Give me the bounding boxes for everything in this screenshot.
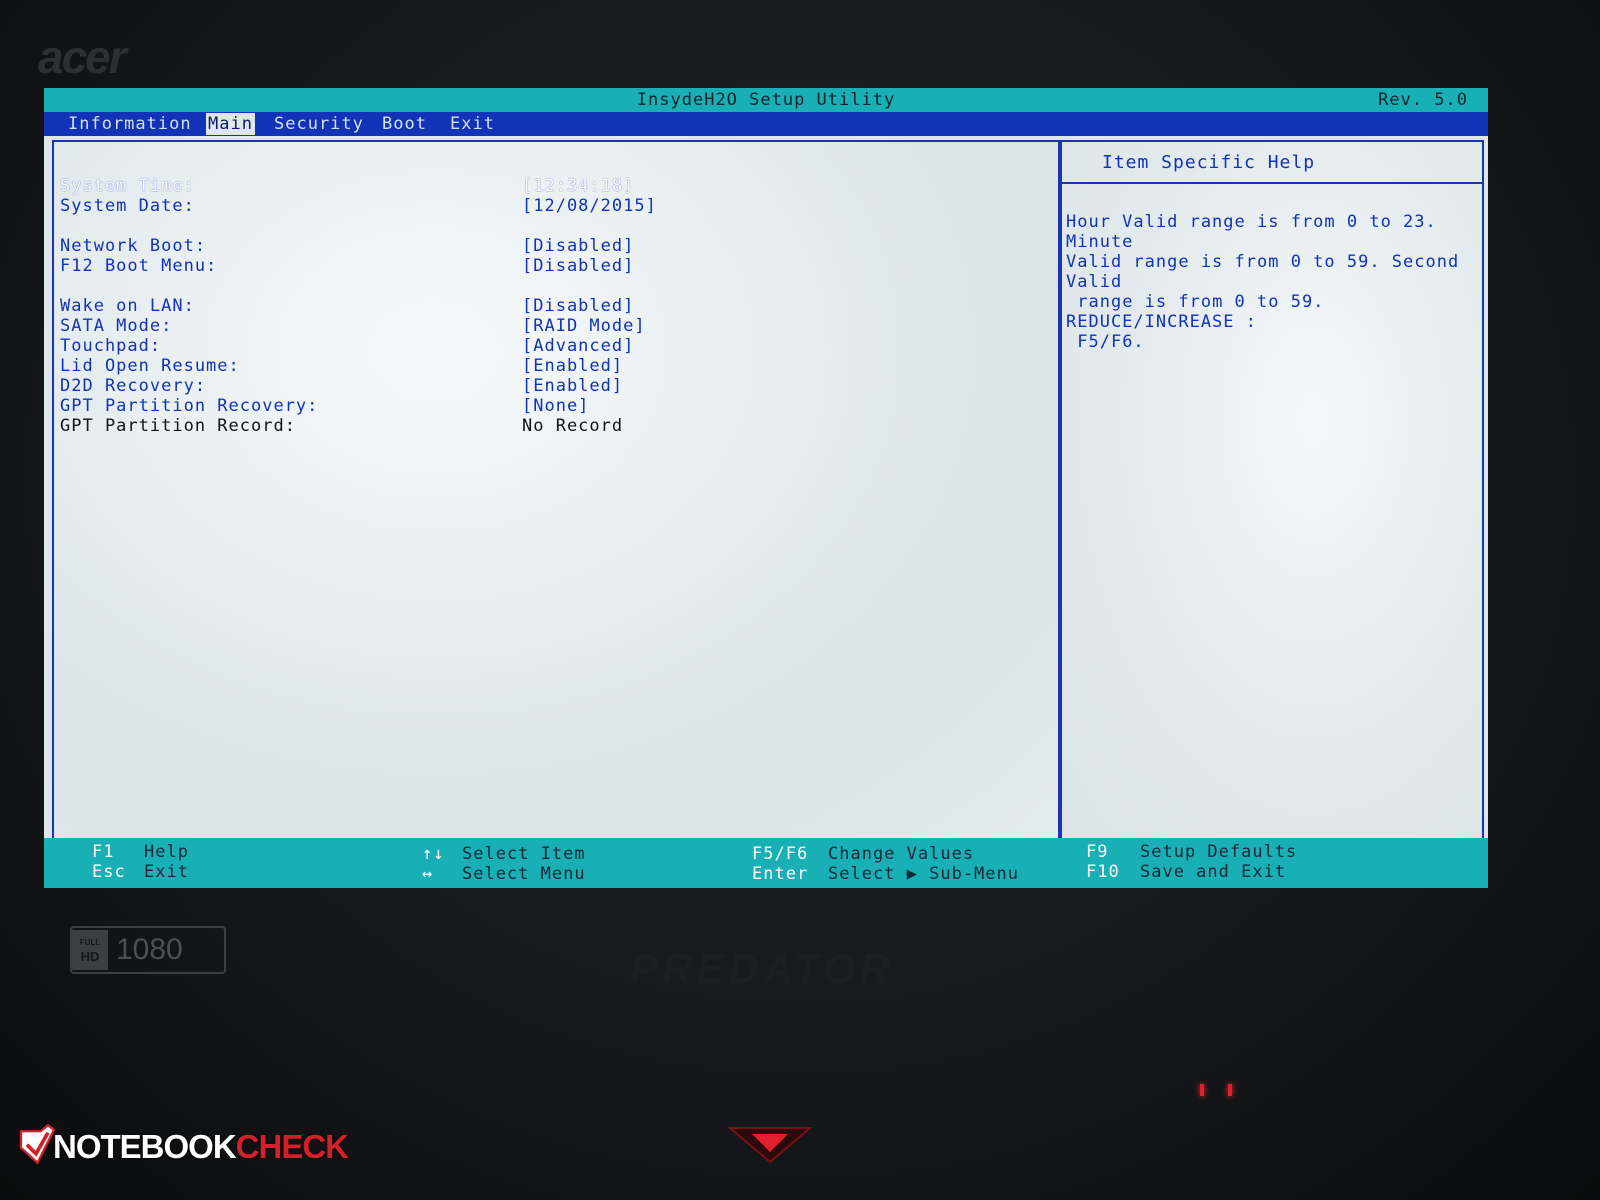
hd-badge-label: FULL HD <box>72 930 108 970</box>
setting-label: Wake on LAN: <box>60 296 195 316</box>
checkmark-icon <box>19 1123 56 1165</box>
setting-label: GPT Partition Record: <box>60 416 296 436</box>
tab-boot[interactable]: Boot <box>380 113 429 135</box>
leftright-desc: Select Menu <box>462 864 586 884</box>
leftright-arrows-icon: ↔ <box>422 864 434 884</box>
setting-label: Lid Open Resume: <box>60 356 240 376</box>
enter-desc: Select ▶ Sub-Menu <box>828 864 1019 884</box>
notebookcheck-watermark: NOTEBOOKCHECK <box>18 1112 349 1182</box>
setting-value[interactable]: [Disabled] <box>522 256 634 276</box>
setting-label: System Date: <box>60 196 195 216</box>
help-title-text: Item Specific Help <box>1102 152 1316 173</box>
help-title: Item Specific Help <box>1062 142 1482 184</box>
watermark-part2: CHECK <box>235 1128 349 1165</box>
esc-key: Esc <box>92 862 126 882</box>
laptop-bezel: acer InsydeH2O Setup Utility Rev. 5.0 In… <box>0 0 1600 1200</box>
updown-desc: Select Item <box>462 844 586 864</box>
help-panel: Item Specific Help Hour Valid range is f… <box>1060 140 1484 842</box>
tab-security[interactable]: Security <box>272 113 366 135</box>
setting-label: Network Boot: <box>60 236 207 256</box>
hd-badge-top: FULL <box>79 938 101 947</box>
tab-information[interactable]: Information <box>66 113 194 135</box>
status-led-icon <box>1200 1084 1204 1096</box>
setting-label: D2D Recovery: <box>60 376 207 396</box>
settings-panel: System Time: [12:34:18] System Date: [12… <box>52 140 1060 842</box>
setting-label: GPT Partition Recovery: <box>60 396 319 416</box>
key-legend: F1 Help Esc Exit ↑↓ Select Item ↔ Select… <box>44 838 1488 888</box>
title-bar: InsydeH2O Setup Utility Rev. 5.0 <box>44 88 1488 112</box>
bios-screen: InsydeH2O Setup Utility Rev. 5.0 Informa… <box>44 88 1488 888</box>
f10-desc: Save and Exit <box>1140 862 1287 882</box>
setting-value[interactable]: [Disabled] <box>522 236 634 256</box>
predator-emblem-icon <box>727 1127 813 1164</box>
setting-value[interactable]: [12:34:18] <box>522 176 634 196</box>
setting-label: System Time: <box>60 176 195 196</box>
f9-key: F9 <box>1086 842 1109 862</box>
setting-value[interactable]: [RAID Mode] <box>522 316 646 336</box>
setting-value[interactable]: [Enabled] <box>522 376 623 396</box>
setting-value[interactable]: [None] <box>522 396 589 416</box>
f5f6-desc: Change Values <box>828 844 975 864</box>
hd-badge-number: 1080 <box>116 933 183 966</box>
status-led-icon <box>1228 1084 1232 1096</box>
f1-desc: Help <box>144 842 189 862</box>
setting-label: F12 Boot Menu: <box>60 256 218 276</box>
setting-label: SATA Mode: <box>60 316 173 336</box>
bios-revision: Rev. 5.0 <box>1378 90 1468 110</box>
setting-value[interactable]: [Enabled] <box>522 356 623 376</box>
f9-desc: Setup Defaults <box>1140 842 1298 862</box>
updown-arrows-icon: ↑↓ <box>422 844 445 864</box>
setting-value[interactable]: [Disabled] <box>522 296 634 316</box>
setting-label: Touchpad: <box>60 336 162 356</box>
watermark-part1: NOTEBOOK <box>52 1128 237 1165</box>
setting-value: No Record <box>522 416 624 436</box>
tab-main[interactable]: Main <box>206 113 255 135</box>
acer-logo: acer <box>38 31 127 83</box>
tab-exit[interactable]: Exit <box>448 113 497 135</box>
predator-logo: PREDATOR <box>630 945 894 992</box>
enter-key: Enter <box>752 864 809 884</box>
menu-bar: Information Main Security Boot Exit <box>44 112 1488 136</box>
full-hd-badge: FULL HD 1080 <box>70 926 226 974</box>
f1-key: F1 <box>92 842 115 862</box>
help-text: Hour Valid range is from 0 to 23. Minute… <box>1066 212 1460 352</box>
hd-badge-bottom: HD <box>80 949 100 964</box>
setting-value[interactable]: [Advanced] <box>522 336 634 356</box>
setting-value[interactable]: [12/08/2015] <box>522 196 657 216</box>
esc-desc: Exit <box>144 862 189 882</box>
f5f6-key: F5/F6 <box>752 844 809 864</box>
watermark-text: NOTEBOOKCHECK <box>52 1128 349 1166</box>
f10-key: F10 <box>1086 862 1120 882</box>
bios-title: InsydeH2O Setup Utility <box>636 90 896 110</box>
